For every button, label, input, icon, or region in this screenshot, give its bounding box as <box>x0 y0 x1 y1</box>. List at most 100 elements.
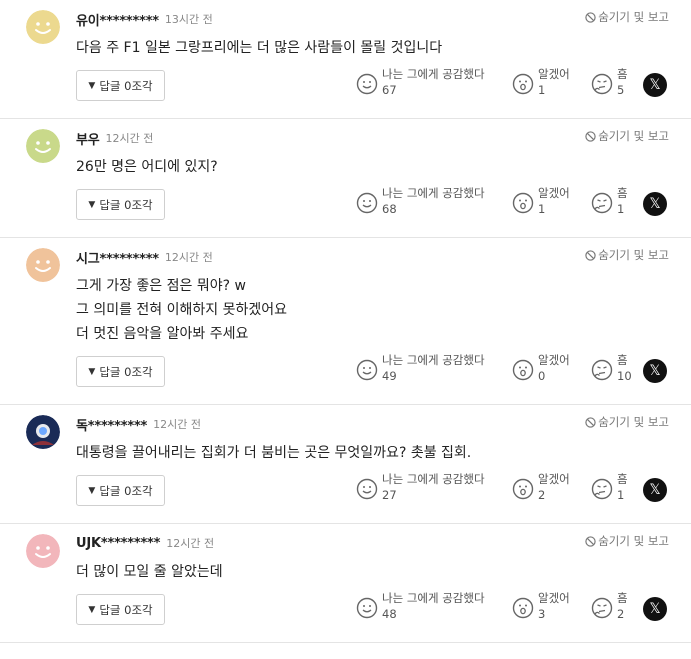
green-smiley-icon[interactable] <box>26 129 60 163</box>
reaction-understood-button[interactable]: 알겠어 3 <box>512 590 570 622</box>
comment-item: 부우 12시간 전 숨기기 및 보고 26만 명은 어디에 있지? ▼ 답글 0… <box>0 119 691 238</box>
reaction-hmm-button[interactable]: 흠 10 <box>591 352 632 384</box>
reaction-understood-count: 1 <box>538 83 546 97</box>
reaction-understood-label: 알겠어 <box>538 591 570 605</box>
reply-button[interactable]: ▼ 답글 0조각 <box>76 475 165 506</box>
comment-author[interactable]: 유이********* <box>76 10 159 29</box>
caret-down-icon: ▼ <box>88 485 96 496</box>
surprised-face-icon <box>512 359 534 381</box>
x-share-button[interactable]: 𝕏 <box>643 73 667 97</box>
x-share-button[interactable]: 𝕏 <box>643 192 667 216</box>
reaction-sympathy-button[interactable]: 나는 그에게 공감했다 48 <box>356 590 485 622</box>
comment-item: 독********* 12시간 전 숨기기 및 보고 대통령을 끌어내리는 집회… <box>0 405 691 524</box>
reaction-sympathy-count: 48 <box>382 607 397 621</box>
hide-and-report-button[interactable]: 숨기기 및 보고 <box>585 128 669 144</box>
reaction-sympathy-count: 68 <box>382 202 397 216</box>
comment-item: UJK********* 12시간 전 숨기기 및 보고 더 많이 모일 줄 알… <box>0 524 691 643</box>
comment-body: 26만 명은 어디에 있지? <box>76 155 669 179</box>
reaction-hmm-button[interactable]: 흠1 <box>591 185 628 217</box>
ban-icon <box>585 130 596 142</box>
hide-and-report-label: 숨기기 및 보고 <box>598 10 669 24</box>
reaction-understood-button[interactable]: 알겠어 1 <box>512 66 570 98</box>
reaction-sympathy-button[interactable]: 나는 그에게 공감했다 67 <box>356 66 485 98</box>
reaction-sympathy-button[interactable]: 나는 그에게 공감했다 49 <box>356 352 485 384</box>
caret-down-icon: ▼ <box>88 80 96 91</box>
reaction-understood-button[interactable]: 알겠어 1 <box>512 185 570 217</box>
ban-icon <box>585 11 596 23</box>
comment-time: 13시간 전 <box>164 13 213 26</box>
hide-and-report-button[interactable]: 숨기기 및 보고 <box>585 533 669 549</box>
comment-author[interactable]: 부우 <box>76 129 100 148</box>
x-share-button[interactable]: 𝕏 <box>643 359 667 383</box>
pink-smiley-icon[interactable] <box>26 534 60 568</box>
reaction-hmm-label: 흠 <box>617 353 628 367</box>
comment-time: 12시간 전 <box>166 537 215 550</box>
x-logo-icon: 𝕏 <box>649 196 661 212</box>
hide-and-report-button[interactable]: 숨기기 및 보고 <box>585 414 669 430</box>
orange-smiley-icon[interactable] <box>26 248 60 282</box>
smile-face-icon <box>356 359 378 381</box>
reply-label: 답글 0조각 <box>99 602 153 617</box>
thinking-face-icon <box>591 192 613 214</box>
photo-avatar-icon[interactable] <box>26 415 60 449</box>
surprised-face-icon <box>512 73 534 95</box>
surprised-face-icon <box>512 597 534 619</box>
surprised-face-icon <box>512 478 534 500</box>
caret-down-icon: ▼ <box>88 366 96 377</box>
comment-body: 더 많이 모일 줄 알았는데 <box>76 560 669 584</box>
reaction-understood-label: 알겠어 <box>538 353 570 367</box>
x-share-button[interactable]: 𝕏 <box>643 478 667 502</box>
reaction-hmm-count: 5 <box>617 83 625 97</box>
comment-author[interactable]: UJK********* <box>76 536 160 551</box>
comment-author[interactable]: 독********* <box>76 415 147 434</box>
reaction-hmm-label: 흠 <box>617 591 628 605</box>
hide-and-report-label: 숨기기 및 보고 <box>598 415 669 429</box>
reaction-understood-label: 알겠어 <box>538 67 570 81</box>
ban-icon <box>585 416 596 428</box>
reaction-sympathy-label: 나는 그에게 공감했다 <box>382 472 485 486</box>
hide-and-report-button[interactable]: 숨기기 및 보고 <box>585 9 669 25</box>
reaction-hmm-button[interactable]: 흠1 <box>591 471 628 503</box>
comment-item: 시그********* 12시간 전 숨기기 및 보고 그게 가장 좋은 점은 … <box>0 238 691 405</box>
hide-and-report-label: 숨기기 및 보고 <box>598 248 669 262</box>
smile-face-icon <box>356 597 378 619</box>
reaction-hmm-count: 10 <box>617 369 632 383</box>
x-share-button[interactable]: 𝕏 <box>643 597 667 621</box>
reaction-sympathy-label: 나는 그에게 공감했다 <box>382 67 485 81</box>
reaction-understood-count: 2 <box>538 488 546 502</box>
thinking-face-icon <box>591 597 613 619</box>
reaction-hmm-count: 1 <box>617 488 625 502</box>
reaction-sympathy-count: 67 <box>382 83 397 97</box>
comment-author[interactable]: 시그********* <box>76 248 159 267</box>
hide-and-report-button[interactable]: 숨기기 및 보고 <box>585 247 669 263</box>
hide-and-report-label: 숨기기 및 보고 <box>598 534 669 548</box>
caret-down-icon: ▼ <box>88 199 96 210</box>
reply-button[interactable]: ▼ 답글 0조각 <box>76 189 165 220</box>
reaction-understood-button[interactable]: 알겠어 2 <box>512 471 570 503</box>
ban-icon <box>585 249 596 261</box>
reaction-understood-label: 알겠어 <box>538 472 570 486</box>
reaction-hmm-button[interactable]: 흠5 <box>591 66 628 98</box>
reaction-understood-label: 알겠어 <box>538 186 570 200</box>
reaction-sympathy-button[interactable]: 나는 그에게 공감했다 27 <box>356 471 485 503</box>
comment-list: 유이********* 13시간 전 숨기기 및 보고 다음 주 F1 일본 그… <box>0 0 691 643</box>
reaction-understood-button[interactable]: 알겠어 0 <box>512 352 570 384</box>
reaction-hmm-label: 흠 <box>617 472 628 486</box>
thinking-face-icon <box>591 359 613 381</box>
comment-line: 그게 가장 좋은 점은 뭐야? w <box>76 278 246 294</box>
comment-time: 12시간 전 <box>153 418 202 431</box>
reaction-hmm-count: 2 <box>617 607 625 621</box>
reaction-sympathy-button[interactable]: 나는 그에게 공감했다 68 <box>356 185 485 217</box>
yellow-smiley-icon[interactable] <box>26 10 60 44</box>
reply-button[interactable]: ▼ 답글 0조각 <box>76 356 165 387</box>
comment-line: 더 멋진 음악을 알아봐 주세요 <box>76 326 249 342</box>
caret-down-icon: ▼ <box>88 604 96 615</box>
comment-time: 12시간 전 <box>105 132 154 145</box>
comment-line: 더 많이 모일 줄 알았는데 <box>76 564 223 580</box>
reply-button[interactable]: ▼ 답글 0조각 <box>76 594 165 625</box>
comment-body: 대통령을 끌어내리는 집회가 더 붐비는 곳은 무엇일까요? 촛불 집회. <box>76 441 669 465</box>
reply-label: 답글 0조각 <box>99 197 153 212</box>
reaction-hmm-button[interactable]: 흠2 <box>591 590 628 622</box>
reply-button[interactable]: ▼ 답글 0조각 <box>76 70 165 101</box>
reaction-sympathy-label: 나는 그에게 공감했다 <box>382 591 485 605</box>
